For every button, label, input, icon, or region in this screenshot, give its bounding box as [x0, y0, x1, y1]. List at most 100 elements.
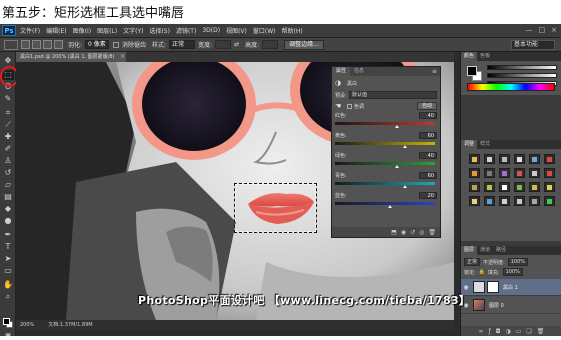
slider-thumb[interactable] — [395, 165, 399, 168]
green-channel-slider[interactable] — [487, 73, 557, 78]
tab-color[interactable]: 颜色 — [461, 52, 478, 61]
lock-icon[interactable]: 🔒 — [479, 269, 485, 275]
slider-value-input[interactable]: 20 — [419, 192, 437, 199]
feather-input[interactable]: 0 像素 — [85, 40, 110, 49]
slider-track[interactable] — [335, 182, 435, 185]
menu-image[interactable]: 图像(I) — [73, 26, 91, 35]
channel-mixer-icon[interactable] — [514, 168, 525, 178]
menu-help[interactable]: 帮助(H) — [282, 26, 303, 35]
curves-icon[interactable] — [499, 154, 510, 164]
color-lookup-icon[interactable] — [529, 168, 540, 178]
blur-tool-icon[interactable]: ◆ — [2, 204, 14, 214]
quick-mask-icon[interactable]: ◙ — [2, 332, 14, 336]
tab-properties[interactable]: 属性 — [332, 67, 351, 76]
brush-tool-icon[interactable]: ✐ — [2, 144, 14, 154]
layer-row-image[interactable]: ◉ 图层 0 — [461, 297, 561, 314]
panel-menu-icon[interactable]: ≡ — [432, 68, 437, 75]
targeted-adjustment-icon[interactable]: ☚ — [335, 102, 347, 110]
variations-icon[interactable] — [469, 196, 480, 206]
move-tool-icon[interactable]: ✥ — [2, 56, 14, 66]
delete-layer-icon[interactable]: 🗑 — [537, 328, 545, 335]
pen-tool-icon[interactable]: ✒ — [2, 230, 14, 240]
maximize-button[interactable]: □ — [539, 26, 546, 34]
menu-select[interactable]: 选择(S) — [149, 26, 170, 35]
levels-icon[interactable] — [484, 154, 495, 164]
hue-saturation-icon[interactable] — [544, 154, 555, 164]
brightness-contrast-icon[interactable] — [469, 154, 480, 164]
red-channel-slider[interactable] — [487, 65, 557, 70]
new-layer-icon[interactable]: ❏ — [526, 328, 531, 335]
eraser-tool-icon[interactable]: ▱ — [2, 180, 14, 190]
height-input[interactable] — [262, 40, 279, 49]
history-brush-tool-icon[interactable]: ↺ — [2, 168, 14, 178]
photo-filter-icon[interactable] — [499, 168, 510, 178]
hand-tool-icon[interactable]: ✋ — [2, 280, 14, 290]
refine-edge-button[interactable]: 调整边缘... — [284, 39, 324, 50]
selective-color-icon[interactable] — [514, 182, 525, 192]
new-adjustment-icon[interactable]: ◑ — [505, 328, 510, 335]
visibility-icon[interactable]: ◎ — [419, 229, 424, 236]
minimize-button[interactable]: — — [526, 26, 533, 34]
zoom-tool-icon[interactable]: ⌕ — [2, 292, 14, 302]
foreground-color-swatch[interactable] — [3, 318, 10, 325]
tool-preset-picker[interactable] — [4, 39, 18, 50]
black-white-icon[interactable] — [484, 168, 495, 178]
menu-file[interactable]: 文件(F) — [20, 26, 40, 35]
crop-tool-icon[interactable]: ⌗ — [2, 108, 14, 118]
menu-3d[interactable]: 3D(D) — [202, 27, 220, 34]
workspace-select[interactable]: 基本功能 — [511, 40, 555, 50]
eyedropper-tool-icon[interactable]: ⟋ — [2, 120, 14, 130]
slider-track[interactable] — [335, 142, 435, 145]
menu-type[interactable]: 文字(Y) — [123, 26, 143, 35]
equalize-icon[interactable] — [529, 196, 540, 206]
tab-styles[interactable]: 样式 — [477, 140, 493, 149]
slider-thumb[interactable] — [395, 125, 399, 128]
slider-value-input[interactable]: 60 — [419, 132, 437, 139]
blend-mode-select[interactable]: 正常 — [464, 258, 481, 266]
subtract-selection-icon[interactable] — [43, 40, 52, 49]
slider-thumb[interactable] — [388, 205, 392, 208]
antialias-checkbox[interactable] — [113, 41, 120, 48]
type-tool-icon[interactable]: T — [2, 242, 14, 252]
tab-swatches[interactable]: 色板 — [477, 52, 493, 61]
eye-icon[interactable]: ◉ — [461, 284, 471, 291]
gradient-map-icon[interactable] — [499, 182, 510, 192]
exposure-icon[interactable] — [514, 154, 525, 164]
quick-selection-tool-icon[interactable]: ✎ — [2, 94, 14, 104]
threshold-icon[interactable] — [484, 182, 495, 192]
delete-icon[interactable]: 🗑 — [428, 229, 436, 236]
new-group-icon[interactable]: ▭ — [516, 328, 522, 335]
width-input[interactable] — [215, 40, 232, 49]
opacity-input[interactable]: 100% — [507, 258, 528, 266]
link-layers-icon[interactable]: ∞ — [479, 328, 484, 335]
fill-input[interactable]: 100% — [502, 268, 523, 276]
marquee-selection[interactable] — [234, 183, 317, 233]
vibrance-icon[interactable] — [529, 154, 540, 164]
path-selection-tool-icon[interactable]: ➤ — [2, 254, 14, 264]
tab-channels[interactable]: 通道 — [477, 246, 493, 255]
intersect-selection-icon[interactable] — [54, 40, 63, 49]
clone-stamp-tool-icon[interactable]: ♙ — [2, 156, 14, 166]
panel-foreground-color[interactable] — [467, 66, 477, 76]
style-select[interactable]: 正常 — [169, 40, 196, 49]
auto-button[interactable]: 自动 — [416, 102, 437, 110]
layer-style-icon[interactable]: ƒ — [489, 328, 491, 335]
clip-to-layer-icon[interactable]: ⬒ — [391, 229, 397, 236]
invert-icon[interactable] — [544, 168, 555, 178]
swap-icon[interactable]: ⇄ — [234, 41, 239, 48]
slider-track[interactable] — [335, 162, 435, 165]
menu-filter[interactable]: 滤镜(T) — [176, 26, 196, 35]
tint-checkbox[interactable] — [347, 103, 352, 109]
hdr-toning-icon[interactable] — [544, 182, 555, 192]
slider-value-input[interactable]: 40 — [419, 112, 437, 119]
slider-value-input[interactable]: 60 — [419, 172, 437, 179]
tab-layers[interactable]: 图层 — [461, 246, 478, 255]
color-balance-icon[interactable] — [469, 168, 480, 178]
reset-icon[interactable]: ↺ — [410, 229, 415, 236]
menu-edit[interactable]: 编辑(E) — [46, 26, 66, 35]
tab-info[interactable]: 信息 — [350, 67, 369, 76]
desaturate-icon[interactable] — [484, 196, 495, 206]
tab-adjustments[interactable]: 调整 — [461, 140, 478, 149]
shadows-icon[interactable] — [529, 182, 540, 192]
slider-thumb[interactable] — [403, 145, 407, 148]
